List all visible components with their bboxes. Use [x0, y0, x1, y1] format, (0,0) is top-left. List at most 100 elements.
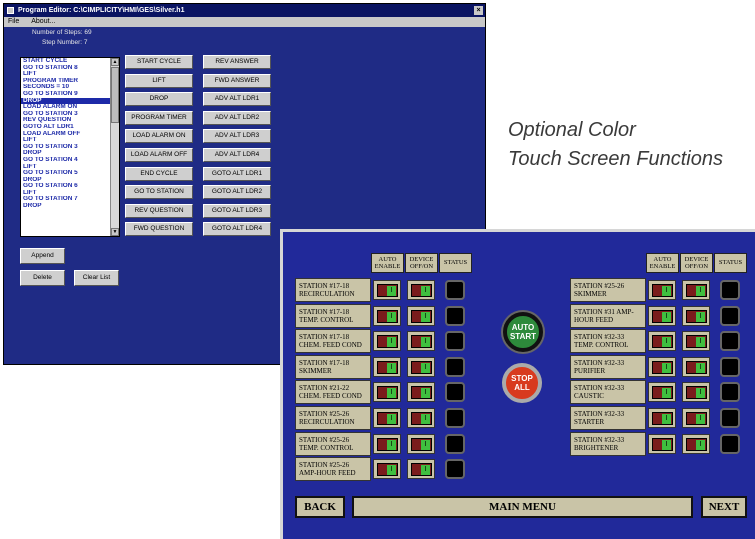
step-list-item[interactable]: DROP [21, 150, 112, 157]
adv-alt-ldr4-button[interactable]: ADV ALT LDR4 [203, 148, 271, 162]
scroll-down-icon[interactable]: ▼ [111, 228, 119, 236]
step-list-item[interactable]: START CYCLE [21, 58, 112, 65]
adv-alt-ldr1-button[interactable]: ADV ALT LDR1 [203, 92, 271, 107]
rev-question-button[interactable]: REV QUESTION [125, 203, 193, 218]
step-list-item[interactable]: GO TO STATION 9 [21, 91, 112, 98]
step-list-item[interactable]: GO TO STATION 3 [21, 111, 112, 118]
menu-about[interactable]: About... [31, 18, 55, 25]
fwd-answer-button[interactable]: FWD ANSWER [203, 73, 271, 88]
status-indicator [445, 433, 465, 454]
clear-list-button[interactable]: Clear List [74, 270, 119, 286]
program-timer-button[interactable]: PROGRAM TIMER [125, 110, 193, 125]
step-list-item[interactable]: LOAD ALARM ON [21, 104, 112, 111]
step-list-item[interactable]: SECONDS = 10 [21, 84, 112, 91]
step-list-item[interactable]: LIFT [21, 190, 112, 197]
auto-enable-switch[interactable]: I [373, 433, 401, 454]
device-onoff-switch[interactable]: I [407, 382, 435, 403]
step-list-item[interactable]: GO TO STATION 4 [21, 157, 112, 164]
auto-enable-switch[interactable]: I [648, 356, 676, 377]
go-to-station-button[interactable]: GO TO STATION [125, 185, 193, 200]
step-list-item[interactable]: LOAD ALARM OFF [21, 131, 112, 138]
device-onoff-switch[interactable]: I [682, 280, 710, 300]
auto-enable-switch[interactable]: I [648, 382, 676, 403]
auto-enable-switch[interactable]: I [648, 331, 676, 352]
step-list-item[interactable]: DROP [21, 177, 112, 184]
auto-enable-switch[interactable]: I [373, 331, 401, 352]
device-onoff-switch[interactable]: I [407, 408, 435, 428]
step-list-item[interactable]: GO TO STATION 7 [21, 196, 112, 203]
goto-alt-ldr2-button[interactable]: GOTO ALT LDR2 [203, 185, 271, 200]
delete-button[interactable]: Delete [20, 270, 65, 286]
step-list-item[interactable]: PROGRAM TIMER [21, 78, 112, 85]
auto-enable-switch[interactable]: I [373, 280, 401, 300]
auto-enable-switch[interactable]: I [648, 408, 676, 428]
fwd-question-button[interactable]: FWD QUESTION [125, 222, 193, 237]
switch-on-indicator: I [387, 311, 396, 322]
auto-start-button[interactable]: AUTO START [503, 312, 543, 352]
device-onoff-switch[interactable]: I [682, 331, 710, 352]
switch-knob-icon: I [686, 360, 707, 374]
device-onoff-switch[interactable]: I [682, 305, 710, 326]
auto-enable-switch[interactable]: I [373, 356, 401, 377]
device-onoff-switch[interactable]: I [407, 305, 435, 326]
auto-enable-switch[interactable]: I [648, 433, 676, 454]
step-list-item[interactable]: REV QUESTION [21, 117, 112, 124]
step-list-item[interactable]: GOTO ALT LDR1 [21, 124, 112, 131]
scroll-thumb[interactable] [111, 67, 119, 123]
device-onoff-switch[interactable]: I [682, 433, 710, 454]
next-button[interactable]: NEXT [701, 496, 747, 518]
step-list-item[interactable]: LIFT [21, 71, 112, 78]
step-list-item[interactable]: GO TO STATION 6 [21, 183, 112, 190]
rev-answer-button[interactable]: REV ANSWER [203, 55, 271, 69]
menu-file[interactable]: File [8, 18, 19, 25]
caption-line-1: Optional Color [508, 119, 636, 141]
device-onoff-switch[interactable]: I [407, 356, 435, 377]
stop-all-button[interactable]: STOP ALL [502, 363, 542, 403]
step-list-item[interactable]: GO TO STATION 5 [21, 170, 112, 177]
step-list[interactable]: START CYCLE GO TO STATION 8 LIFT PROGRAM TI… [20, 57, 120, 237]
goto-alt-ldr4-button[interactable]: GOTO ALT LDR4 [203, 222, 271, 237]
end-cycle-button[interactable]: END CYCLE [125, 166, 193, 181]
device-onoff-switch[interactable]: I [682, 408, 710, 428]
load-alarm-off-button[interactable]: LOAD ALARM OFF [125, 148, 193, 162]
append-button[interactable]: Append [20, 248, 65, 264]
auto-enable-switch[interactable]: I [648, 280, 676, 300]
auto-enable-switch[interactable]: I [373, 382, 401, 403]
lift-button[interactable]: LIFT [125, 73, 193, 88]
device-onoff-switch[interactable]: I [407, 280, 435, 300]
switch-on-indicator: I [387, 414, 396, 424]
step-list-item[interactable]: DROP [21, 203, 112, 210]
step-list-item[interactable]: LIFT [21, 164, 112, 171]
switch-knob-icon: I [652, 412, 673, 425]
adv-alt-ldr2-button[interactable]: ADV ALT LDR2 [203, 110, 271, 125]
goto-alt-ldr3-button[interactable]: GOTO ALT LDR3 [203, 203, 271, 218]
switch-knob-icon: I [652, 309, 673, 323]
device-onoff-switch[interactable]: I [682, 382, 710, 403]
step-list-item[interactable]: GO TO STATION 3 [21, 144, 112, 151]
device-onoff-switch[interactable]: I [407, 433, 435, 454]
device-onoff-switch[interactable]: I [407, 331, 435, 352]
status-indicator [720, 356, 740, 377]
scroll-up-icon[interactable]: ▲ [111, 58, 119, 66]
start-cycle-button[interactable]: START CYCLE [125, 55, 193, 69]
switch-on-indicator: I [696, 337, 705, 348]
adv-alt-ldr3-button[interactable]: ADV ALT LDR3 [203, 129, 271, 144]
step-list-item[interactable]: DROP [21, 97, 112, 105]
back-button[interactable]: BACK [295, 496, 345, 518]
auto-enable-switch[interactable]: I [373, 305, 401, 326]
main-menu-button[interactable]: MAIN MENU [352, 496, 693, 518]
step-list-scrollbar[interactable]: ▲ ▼ [110, 58, 119, 236]
drop-button[interactable]: DROP [125, 92, 193, 107]
auto-enable-switch[interactable]: I [373, 408, 401, 428]
window-title: Program Editor: C:\CIMPLICITY\HMI\GES\Si… [18, 7, 185, 14]
device-onoff-switch[interactable]: I [407, 459, 435, 480]
auto-enable-switch[interactable]: I [648, 305, 676, 326]
step-list-item[interactable]: GO TO STATION 8 [21, 65, 112, 72]
close-icon[interactable]: × [474, 6, 483, 15]
auto-enable-switch[interactable]: I [373, 459, 401, 480]
goto-alt-ldr1-button[interactable]: GOTO ALT LDR1 [203, 166, 271, 181]
load-alarm-on-button[interactable]: LOAD ALARM ON [125, 129, 193, 144]
left-station-label: STATION #17-18 RECIRCULATION [295, 278, 371, 302]
step-list-item[interactable]: LIFT [21, 137, 112, 144]
device-onoff-switch[interactable]: I [682, 356, 710, 377]
